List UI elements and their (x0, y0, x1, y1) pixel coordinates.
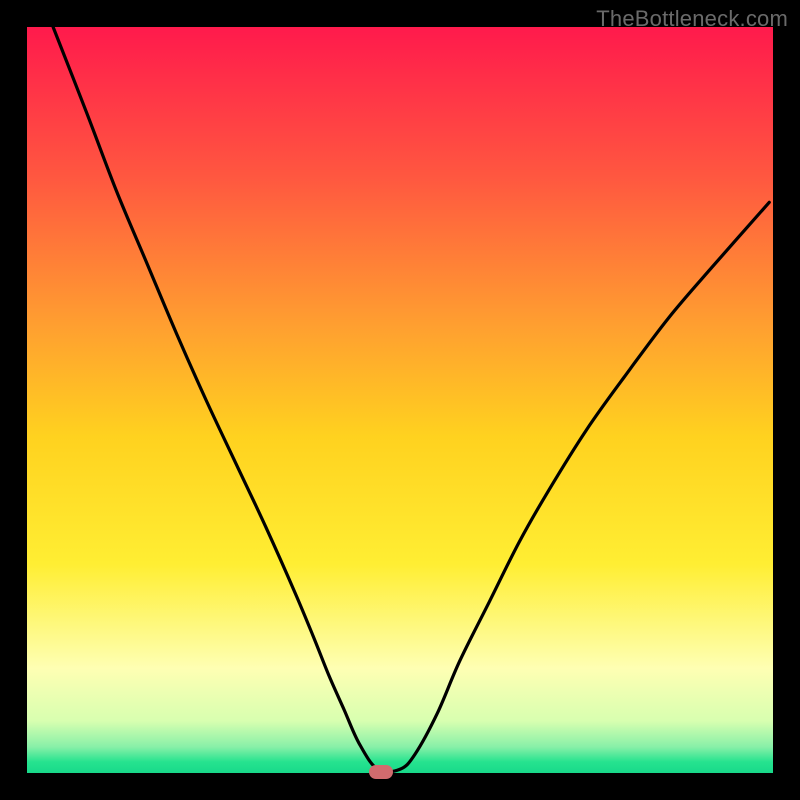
chart-frame: TheBottleneck.com (0, 0, 800, 800)
plot-svg (27, 27, 773, 773)
gradient-background (27, 27, 773, 773)
minimum-marker (369, 765, 393, 779)
plot-area (27, 27, 773, 773)
